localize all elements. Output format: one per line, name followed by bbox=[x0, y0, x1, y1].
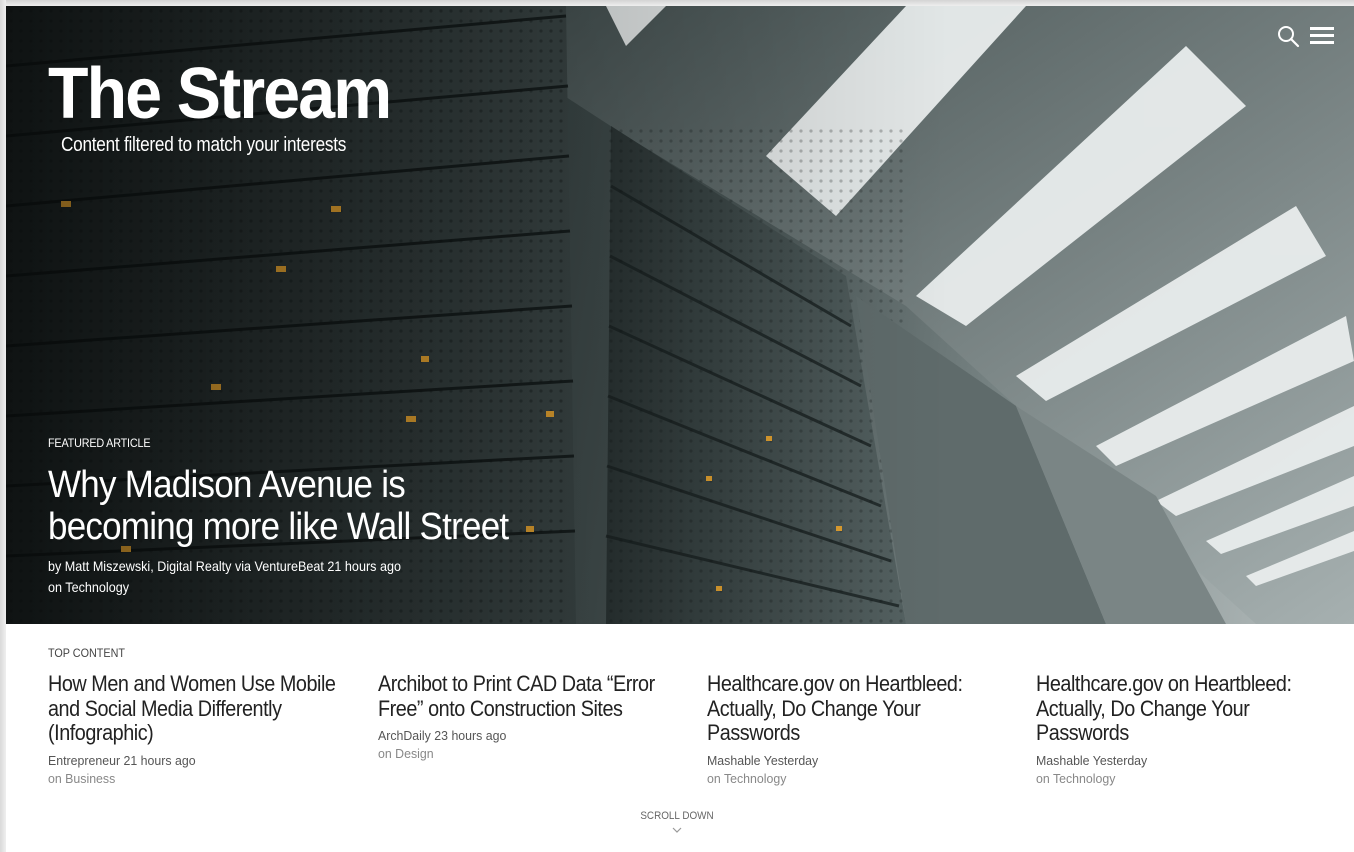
top-content-card[interactable]: Healthcare.gov on Heartbleed: Actually, … bbox=[1036, 671, 1336, 787]
card-topic[interactable]: on Technology bbox=[707, 770, 992, 787]
card-title[interactable]: Healthcare.gov on Heartbleed: Actually, … bbox=[1036, 671, 1333, 746]
card-title[interactable]: Archibot to Print CAD Data “Error Free” … bbox=[378, 671, 675, 721]
card-title[interactable]: How Men and Women Use Mobile and Social … bbox=[48, 671, 345, 746]
site-subtitle: Content filtered to match your interests bbox=[61, 134, 347, 156]
featured-article-topic[interactable]: on Technology bbox=[48, 577, 401, 598]
card-title[interactable]: Healthcare.gov on Heartbleed: Actually, … bbox=[707, 671, 1004, 746]
top-content-card[interactable]: Archibot to Print CAD Data “Error Free” … bbox=[378, 671, 678, 762]
site-title: The Stream bbox=[48, 54, 392, 134]
hero-banner: The Stream Content filtered to match you… bbox=[6, 6, 1354, 624]
top-content-list: How Men and Women Use Mobile and Social … bbox=[48, 671, 1348, 802]
featured-article-label: FEATURED ARTICLE bbox=[48, 436, 151, 450]
card-topic[interactable]: on Design bbox=[378, 745, 663, 762]
scroll-down-label: SCROLL DOWN bbox=[640, 810, 714, 822]
featured-article-meta: by Matt Miszewski, Digital Realty via Ve… bbox=[48, 556, 401, 598]
hamburger-menu-icon[interactable] bbox=[1308, 22, 1338, 50]
card-source: Mashable Yesterday bbox=[1036, 752, 1148, 768]
chevron-down-icon bbox=[672, 827, 682, 833]
top-content-label: TOP CONTENT bbox=[48, 646, 126, 660]
card-source: Entrepreneur 21 hours ago bbox=[48, 752, 196, 768]
card-topic[interactable]: on Technology bbox=[1036, 770, 1321, 787]
featured-article-headline[interactable]: Why Madison Avenue is becoming more like… bbox=[48, 464, 526, 548]
scroll-down-button[interactable]: SCROLL DOWN bbox=[0, 810, 1354, 834]
top-content-card[interactable]: How Men and Women Use Mobile and Social … bbox=[48, 671, 348, 787]
card-source: ArchDaily 23 hours ago bbox=[378, 728, 507, 743]
top-content-card[interactable]: Healthcare.gov on Heartbleed: Actually, … bbox=[707, 671, 1007, 787]
search-icon[interactable] bbox=[1276, 24, 1302, 50]
featured-article-byline: by Matt Miszewski, Digital Realty via Ve… bbox=[48, 558, 401, 574]
card-source: Mashable Yesterday bbox=[707, 752, 819, 768]
card-topic[interactable]: on Business bbox=[48, 770, 333, 787]
